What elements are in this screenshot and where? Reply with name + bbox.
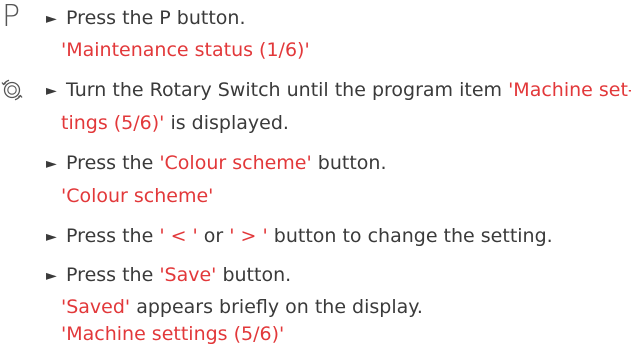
program-item-highlight: 'Machine set- bbox=[508, 79, 631, 101]
instruction-text: Press the bbox=[66, 152, 160, 174]
display-text: 'Colour scheme' bbox=[61, 185, 214, 207]
bullet-arrow-icon: ► bbox=[46, 268, 57, 284]
instruction-page: P ► Press the P button. 'Maintenance sta… bbox=[0, 0, 631, 346]
step-text: ► Turn the Rotary Switch until the progr… bbox=[46, 78, 631, 103]
instruction-text: or bbox=[197, 225, 230, 247]
instruction-text: button to change the setting. bbox=[267, 225, 553, 247]
program-item-highlight: tings (5/6)' bbox=[61, 112, 165, 134]
step-text: ► Press the 'Save' button. bbox=[46, 263, 291, 288]
display-text: 'Machine settings (5/6)' bbox=[61, 323, 285, 345]
step-text: ► Press the P button. bbox=[46, 6, 246, 31]
bullet-arrow-icon: ► bbox=[46, 11, 57, 27]
rotary-switch-icon bbox=[0, 78, 40, 102]
instruction-text: button. bbox=[311, 152, 387, 174]
instruction-text: Press the bbox=[66, 264, 160, 286]
right-button-highlight: ' > ' bbox=[229, 225, 268, 247]
step-text: ► Press the ' < ' or ' > ' button to cha… bbox=[46, 224, 553, 249]
bullet-arrow-icon: ► bbox=[46, 156, 57, 172]
instruction-text: Turn the Rotary Switch until the program… bbox=[66, 79, 509, 101]
saved-highlight: 'Saved' bbox=[61, 296, 131, 318]
instruction-text: Press the bbox=[66, 225, 160, 247]
instruction-text: is displayed. bbox=[164, 112, 289, 134]
display-text: 'Maintenance status (1/6)' bbox=[61, 39, 310, 61]
display-text: 'Saved' appears briefly on the display. bbox=[61, 295, 423, 319]
instruction-text: button. bbox=[216, 264, 292, 286]
left-button-highlight: ' < ' bbox=[159, 225, 198, 247]
button-name-highlight: 'Save' bbox=[159, 264, 217, 286]
display-description: appears briefly on the display. bbox=[130, 296, 423, 318]
rotary-switch-svg bbox=[1, 79, 23, 101]
step-text: ► Press the 'Colour scheme' button. bbox=[46, 151, 386, 176]
bullet-arrow-icon: ► bbox=[46, 83, 57, 99]
button-name-highlight: 'Colour scheme' bbox=[159, 152, 312, 174]
bullet-arrow-icon: ► bbox=[46, 229, 57, 245]
instruction-text: Press the P button. bbox=[66, 7, 246, 29]
p-button-icon: P bbox=[2, 0, 21, 34]
step-text-continued: tings (5/6)' is displayed. bbox=[61, 111, 289, 135]
